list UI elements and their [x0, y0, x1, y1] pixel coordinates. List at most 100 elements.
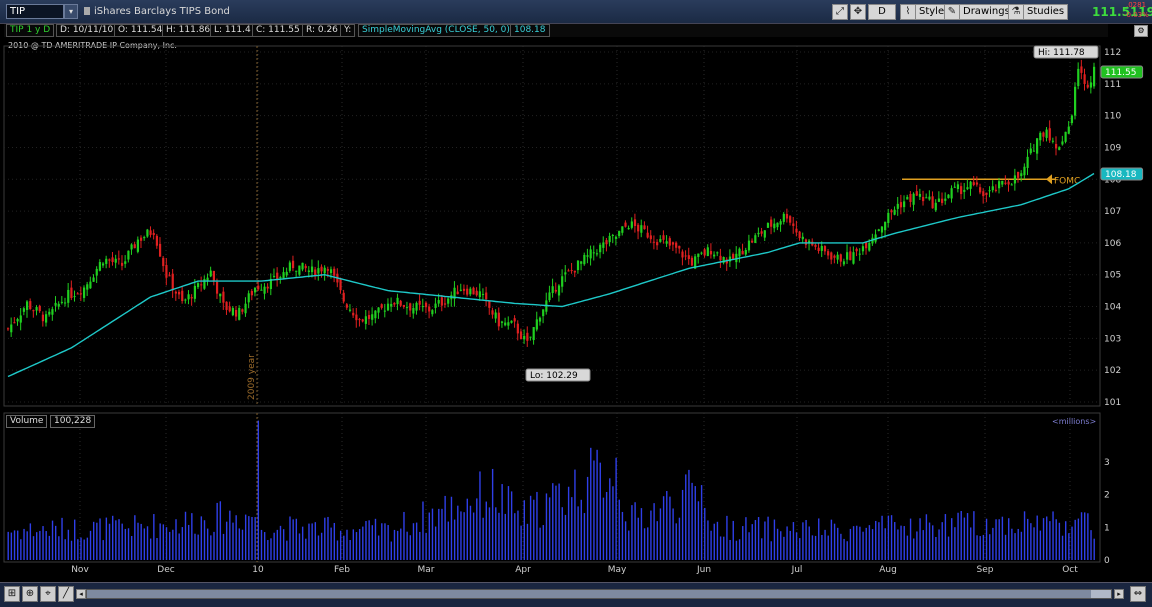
scroll-thumb[interactable]: [1091, 590, 1111, 598]
volume-bar: [932, 525, 934, 560]
candle-body: [1058, 147, 1061, 150]
volume-bar: [251, 516, 253, 560]
candle-body: [757, 232, 760, 235]
candle-body: [1045, 129, 1048, 138]
price-tick-label: 110: [1104, 112, 1121, 122]
candle-body: [241, 309, 244, 312]
volume-bar: [222, 533, 225, 560]
volume-bar: [130, 535, 133, 560]
candle-body: [773, 223, 776, 229]
price-chart[interactable]: Nov Dec 10 Feb Mar Apr May Jun Jul Aug Sep Oct2009 …: [0, 37, 1152, 582]
volume-bar: [412, 523, 415, 560]
volume-tick-label: 3: [1104, 458, 1110, 468]
candle-body: [494, 312, 497, 319]
candle-body: [500, 321, 504, 323]
time-scrollbar[interactable]: [86, 589, 1112, 599]
candle-body: [956, 184, 960, 190]
volume-bar: [1068, 533, 1070, 560]
candle-body: [931, 196, 934, 209]
candle-body: [472, 287, 475, 295]
study-value: 108.18: [510, 24, 550, 37]
symbol-input[interactable]: TIP: [6, 4, 64, 19]
drawings-button[interactable]: Drawings: [959, 4, 1014, 20]
symbol-dropdown-icon[interactable]: ▾: [64, 4, 78, 19]
volume-bar: [105, 517, 108, 560]
volume-bar: [235, 515, 237, 560]
zoom-icon[interactable]: ⊕: [22, 586, 38, 602]
chart-title[interactable]: TIP 1 y D: [6, 24, 55, 37]
candle-body: [538, 317, 542, 322]
expand-icon[interactable]: ⇔: [1130, 586, 1146, 602]
volume-bar: [292, 519, 294, 560]
volume-bar: [742, 526, 744, 560]
candle-body: [991, 186, 994, 191]
volume-bar: [789, 530, 791, 560]
volume-bar: [735, 540, 738, 560]
chart-settings-icon[interactable]: ⚙: [1134, 25, 1148, 37]
volume-bar: [909, 518, 912, 560]
crosshair-icon[interactable]: ⌖: [40, 586, 56, 602]
candle-body: [143, 237, 146, 239]
volume-bar: [35, 532, 38, 560]
volume-bar: [146, 526, 149, 560]
candle-body: [266, 286, 269, 289]
scroll-right-icon[interactable]: ▸: [1114, 589, 1124, 599]
candle-body: [633, 219, 637, 227]
candle-body: [868, 243, 871, 251]
candle-body: [1010, 184, 1013, 186]
candle-body: [162, 257, 165, 267]
candle-body: [865, 242, 868, 249]
volume-bar: [618, 499, 620, 560]
studies-icon[interactable]: ⚗: [1008, 4, 1024, 20]
volume-bar: [7, 531, 9, 560]
candle-body: [326, 269, 329, 271]
candle-body: [149, 230, 152, 235]
volume-bar: [244, 514, 247, 560]
style-icon[interactable]: ⌇: [900, 4, 916, 20]
candle-body: [196, 283, 200, 288]
volume-bar: [738, 539, 741, 560]
grid-layout-icon[interactable]: ⊞: [4, 586, 20, 602]
scroll-left-icon[interactable]: ◂: [76, 589, 86, 599]
zoom-box-icon[interactable]: ⤢: [832, 4, 848, 20]
candle-body: [1007, 181, 1010, 185]
volume-bar: [865, 527, 867, 560]
candle-body: [801, 236, 804, 240]
drag-zoom-icon[interactable]: ✥: [850, 4, 866, 20]
volume-bar: [469, 505, 472, 560]
volume-bar: [403, 511, 405, 560]
volume-bar: [295, 518, 298, 560]
svg-text:108.18: 108.18: [1105, 170, 1137, 180]
candle-body: [792, 223, 795, 226]
candle-body: [79, 293, 83, 295]
candle-body: [798, 231, 801, 239]
x-tick-label: Jun: [696, 565, 711, 575]
net-change: .0281: [1126, 1, 1147, 9]
volume-bar: [960, 510, 962, 560]
volume-bar: [919, 518, 921, 560]
x-tick-label: 10: [252, 565, 264, 575]
volume-bar: [168, 531, 171, 560]
candle-body: [285, 271, 288, 276]
volume-bar: [453, 519, 456, 560]
volume-bar: [548, 497, 551, 560]
volume-bar: [669, 496, 671, 560]
volume-bar: [425, 532, 427, 560]
aggregation-button[interactable]: D: [868, 4, 896, 20]
candle-body: [925, 197, 928, 199]
volume-bar: [444, 495, 446, 560]
studies-button[interactable]: Studies: [1023, 4, 1069, 20]
volume-bar: [713, 523, 715, 560]
candle-body: [374, 310, 377, 319]
volume-bar: [751, 524, 753, 560]
candle-body: [640, 225, 643, 233]
candle-body: [760, 231, 763, 234]
volume-bar: [39, 530, 41, 560]
volume-bar: [564, 514, 567, 560]
study-name[interactable]: SimpleMovingAvg (CLOSE, 50, 0): [358, 24, 514, 37]
drawing-line-icon[interactable]: ╱: [58, 586, 74, 602]
volume-bar: [770, 541, 772, 560]
candle-body: [105, 258, 108, 264]
candle-body: [367, 315, 371, 319]
drawings-icon[interactable]: ✎: [944, 4, 960, 20]
